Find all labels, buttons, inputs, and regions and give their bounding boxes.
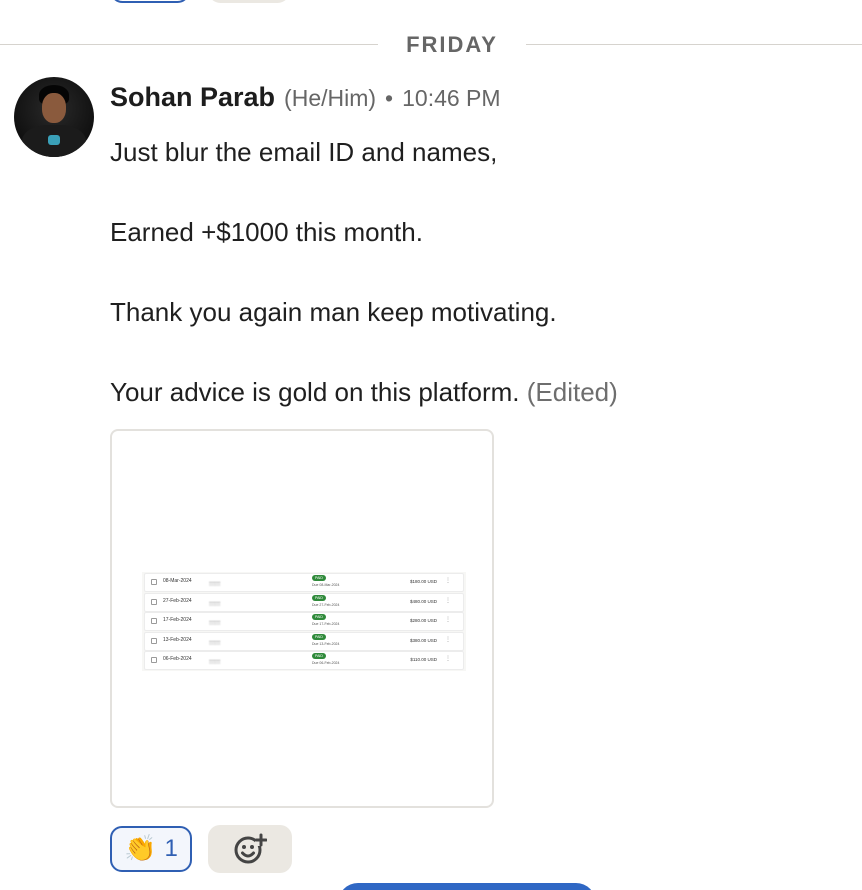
due-date: Due 06-Feb-2024 <box>312 661 340 666</box>
more-icon: ⋮ <box>445 597 451 604</box>
add-reaction-button[interactable] <box>208 825 292 873</box>
reaction-count: 1 <box>164 835 178 862</box>
message-text-line: Just blur the email ID and names, <box>110 137 498 167</box>
invoice-row: 08-Mar-2024 ▒▒▒▒ PAID Due 08-Mar-2024 $180.0… <box>144 573 464 592</box>
invoice-date: 13-Feb-2024 <box>163 636 192 643</box>
invoice-amount: $380.00 USD <box>409 637 437 643</box>
divider-line <box>0 44 378 45</box>
message-text: Your advice is gold on this platform. <box>110 377 520 407</box>
blurred-name: ▒▒▒▒ <box>209 581 221 586</box>
invoice-amount: $480.00 USD <box>409 598 437 604</box>
divider-line <box>526 44 862 45</box>
row-checkbox <box>151 598 157 605</box>
add-reaction-icon <box>234 833 267 864</box>
message-text-line: Thank you again man keep motivating. <box>110 297 557 327</box>
due-date: Due 17-Feb-2024 <box>312 622 340 627</box>
clap-reaction-button[interactable]: 👏 1 <box>110 826 192 872</box>
blurred-name: ▒▒▒▒ <box>209 639 221 645</box>
more-icon: ⋮ <box>445 617 451 624</box>
previous-reaction-pill[interactable] <box>110 0 190 3</box>
due-date: Due 27-Feb-2024 <box>312 602 340 607</box>
invoice-row: 27-Feb-2024 ▒▒▒▒ PAID Due 27-Feb-2024 $480.0… <box>144 592 464 612</box>
invoice-amount: $280.00 USD <box>409 618 437 624</box>
edited-tag: (Edited) <box>526 377 618 407</box>
invoice-amount: $110.00 USD <box>410 657 437 663</box>
message-text-line: Earned +$1000 this month. <box>110 217 423 247</box>
invoice-date: 08-Mar-2024 <box>163 578 192 584</box>
blurred-name: ▒▒▒▒ <box>209 659 221 665</box>
status-badge: PAID <box>312 633 326 640</box>
previous-add-reaction-button[interactable] <box>208 0 290 3</box>
status-badge: PAID <box>312 653 326 660</box>
invoice-table-screenshot: 08-Mar-2024 ▒▒▒▒ PAID Due 08-Mar-2024 $180.0… <box>142 572 466 671</box>
invoice-row: 13-Feb-2024 ▒▒▒▒ PAID Due 13-Feb-2024 $380.0… <box>144 631 464 651</box>
due-date: Due 13-Feb-2024 <box>312 641 340 646</box>
more-icon: ⋮ <box>445 578 451 584</box>
blurred-name: ▒▒▒▒ <box>209 620 221 626</box>
more-icon: ⋮ <box>445 636 451 643</box>
header-separator: • <box>385 85 394 111</box>
status-badge: PAID <box>312 575 326 581</box>
invoice-date: 17-Feb-2024 <box>163 617 192 624</box>
row-checkbox <box>151 657 157 664</box>
more-icon: ⋮ <box>445 656 451 663</box>
row-checkbox <box>151 637 157 644</box>
next-message-button[interactable] <box>338 883 596 890</box>
message-timestamp: 10:46 PM <box>402 85 501 111</box>
message-header: Sohan Parab (He/Him) • 10:46 PM <box>110 82 501 116</box>
blurred-name: ▒▒▒▒ <box>209 600 221 606</box>
invoice-date: 06-Feb-2024 <box>163 656 192 663</box>
invoice-row: 17-Feb-2024 ▒▒▒▒ PAID Due 17-Feb-2024 $280.0… <box>144 612 464 632</box>
row-checkbox <box>151 579 157 585</box>
day-divider: FRIDAY <box>0 31 862 59</box>
image-attachment[interactable]: 08-Mar-2024 ▒▒▒▒ PAID Due 08-Mar-2024 $180.0… <box>110 429 494 808</box>
status-badge: PAID <box>312 614 326 621</box>
sender-name[interactable]: Sohan Parab <box>110 82 275 113</box>
clapping-hands-icon: 👏 <box>124 834 157 864</box>
sender-pronouns: (He/Him) <box>284 85 377 111</box>
invoice-row: 06-Feb-2024 ▒▒▒▒ PAID Due 06-Feb-2024 $110.0… <box>144 651 464 671</box>
sender-avatar[interactable] <box>14 77 94 157</box>
invoice-date: 27-Feb-2024 <box>163 597 192 604</box>
message-text-line-last: Your advice is gold on this platform. (E… <box>110 377 618 408</box>
invoice-amount: $180.00 USD <box>409 579 437 584</box>
status-badge: PAID <box>312 594 326 601</box>
row-checkbox <box>151 618 157 625</box>
day-divider-label: FRIDAY <box>406 32 498 57</box>
due-date: Due 08-Mar-2024 <box>312 583 340 587</box>
